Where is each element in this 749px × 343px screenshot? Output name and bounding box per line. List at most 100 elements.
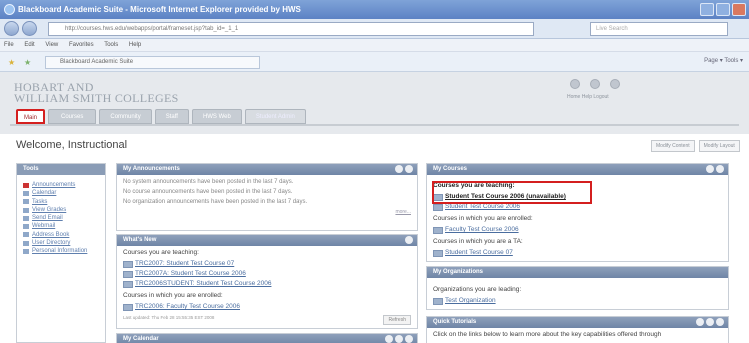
menu-favorites[interactable]: Favorites: [69, 42, 94, 48]
menu-file[interactable]: File: [4, 42, 14, 48]
user-directory-icon: [23, 240, 29, 246]
edit-icon[interactable]: [696, 318, 704, 326]
calendar-icon: [23, 190, 29, 196]
last-updated: Last updated: Thu Feb 28 15:55:35 EST 20…: [123, 315, 215, 320]
tab-community[interactable]: Community: [99, 109, 152, 124]
ta-label: Courses in which you are a TA:: [433, 238, 523, 245]
main-tabs: Main Courses Community Staff HWS Web Stu…: [16, 109, 306, 124]
teaching-label: Courses you are teaching:: [123, 249, 199, 256]
calendar-header: My Calendar: [117, 334, 417, 343]
tutorials-header: Quick Tutorials: [427, 317, 728, 328]
menu-tools[interactable]: Tools: [104, 42, 118, 48]
tab-staff[interactable]: Staff: [154, 109, 189, 124]
whats-new-header: What's New: [117, 235, 417, 246]
menu-help[interactable]: Help: [129, 42, 141, 48]
tab-hws-web[interactable]: HWS Web: [191, 109, 242, 124]
tab-courses[interactable]: Courses: [48, 109, 97, 124]
favorites-bar: ★ ★ Blackboard Academic Suite Page ▾ Too…: [0, 52, 749, 72]
tool-tasks[interactable]: Tasks: [23, 198, 105, 206]
close-icon[interactable]: [405, 335, 413, 343]
edit-icon[interactable]: [395, 165, 403, 173]
enrolled-label: Courses in which you are enrolled:: [433, 215, 533, 222]
modify-layout-button[interactable]: Modify Layout: [698, 140, 740, 152]
organization-link[interactable]: Test Organization: [427, 296, 728, 306]
tab-student-admin[interactable]: Student Admin: [244, 109, 306, 124]
grades-icon: [23, 207, 29, 213]
header-icons: [570, 79, 620, 89]
help-icon[interactable]: [590, 79, 600, 89]
maximize-button[interactable]: [716, 3, 730, 16]
tools-header: Tools: [17, 164, 105, 175]
refresh-button[interactable]: Refresh: [383, 315, 411, 325]
email-icon: [23, 215, 29, 221]
internet-explorer-icon: [4, 4, 15, 15]
back-button[interactable]: [4, 21, 19, 36]
collapse-icon[interactable]: [405, 236, 413, 244]
personal-info-icon: [23, 249, 29, 255]
tutorials-panel: Quick Tutorials Click on the links below…: [426, 316, 729, 343]
close-button[interactable]: [732, 3, 746, 16]
highlight-box: [432, 181, 592, 204]
window-titlebar: Blackboard Academic Suite - Microsoft In…: [0, 0, 749, 19]
collapse-icon[interactable]: [395, 335, 403, 343]
my-courses-header: My Courses: [427, 164, 728, 175]
add-favorite-icon[interactable]: ★: [24, 58, 31, 67]
announcements-list: No system announcements have been posted…: [123, 179, 308, 205]
edit-icon[interactable]: [385, 335, 393, 343]
college-logo[interactable]: HOBART AND WILLIAM SMITH COLLEGES: [14, 81, 179, 104]
header-divider: [10, 124, 739, 126]
menu-edit[interactable]: Edit: [24, 42, 34, 48]
collapse-icon[interactable]: [706, 318, 714, 326]
more-link[interactable]: more...: [117, 209, 417, 215]
edit-icon[interactable]: [706, 165, 714, 173]
close-icon[interactable]: [716, 318, 724, 326]
modify-content-button[interactable]: Modify Content: [651, 140, 695, 152]
menu-bar: File Edit View Favorites Tools Help: [0, 39, 749, 52]
favorites-star-icon[interactable]: ★: [8, 58, 15, 67]
whats-new-panel: What's New Courses you are teaching: TRC…: [116, 234, 418, 329]
tool-view-grades[interactable]: View Grades: [23, 206, 105, 214]
course-link[interactable]: Faculty Test Course 2006: [427, 225, 728, 235]
tools-panel: Tools Announcements Calendar Tasks View …: [16, 163, 106, 343]
page-title: Welcome, Instructional: [16, 139, 128, 151]
header-links[interactable]: Home Help Logout: [567, 94, 609, 100]
tool-user-directory[interactable]: User Directory: [23, 239, 105, 247]
address-bar: http://courses.hws.edu/webapps/portal/fr…: [0, 19, 749, 39]
course-link[interactable]: TRC2006: Faculty Test Course 2006: [117, 302, 417, 312]
home-icon[interactable]: [570, 79, 580, 89]
webmail-icon: [23, 224, 29, 230]
modify-buttons: Modify Content Modify Layout: [651, 140, 740, 152]
announcements-panel: My Announcements No system announcements…: [116, 163, 418, 231]
window-controls: [700, 3, 746, 16]
course-link[interactable]: TRC2006STUDENT: Student Test Course 2006: [117, 279, 417, 289]
url-input[interactable]: http://courses.hws.edu/webapps/portal/fr…: [48, 22, 534, 36]
collapse-icon[interactable]: [716, 165, 724, 173]
tool-webmail[interactable]: Webmail: [23, 222, 105, 230]
menu-view[interactable]: View: [45, 42, 58, 48]
tool-personal-information[interactable]: Personal Information: [23, 247, 105, 255]
my-courses-panel: My Courses Courses you are teaching: Stu…: [426, 163, 729, 262]
browser-tab[interactable]: Blackboard Academic Suite: [45, 56, 260, 69]
tab-main[interactable]: Main: [16, 109, 46, 124]
tool-calendar[interactable]: Calendar: [23, 189, 105, 197]
address-book-icon: [23, 232, 29, 238]
tool-send-email[interactable]: Send Email: [23, 214, 105, 222]
course-link[interactable]: TRC2007: Student Test Course 07: [117, 259, 417, 269]
tool-announcements[interactable]: Announcements: [23, 181, 105, 189]
calendar-panel: My Calendar: [116, 333, 418, 343]
course-link[interactable]: TRC2007A: Student Test Course 2006: [117, 269, 417, 279]
tasks-icon: [23, 199, 29, 205]
tool-address-book[interactable]: Address Book: [23, 231, 105, 239]
forward-button[interactable]: [22, 21, 37, 36]
tutorials-text: Click on the links below to learn more a…: [433, 331, 662, 338]
minimize-button[interactable]: [700, 3, 714, 16]
organizations-panel: My Organizations Organizations you are l…: [426, 266, 729, 310]
announcements-header: My Announcements: [117, 164, 417, 175]
enrolled-label: Courses in which you are enrolled:: [123, 292, 223, 299]
leading-label: Organizations you are leading:: [433, 286, 522, 293]
logout-icon[interactable]: [610, 79, 620, 89]
course-link[interactable]: Student Test Course 07: [427, 248, 728, 258]
search-input[interactable]: Live Search: [590, 22, 728, 36]
ie-toolbar-right[interactable]: Page ▾ Tools ▾: [704, 57, 743, 64]
close-icon[interactable]: [405, 165, 413, 173]
